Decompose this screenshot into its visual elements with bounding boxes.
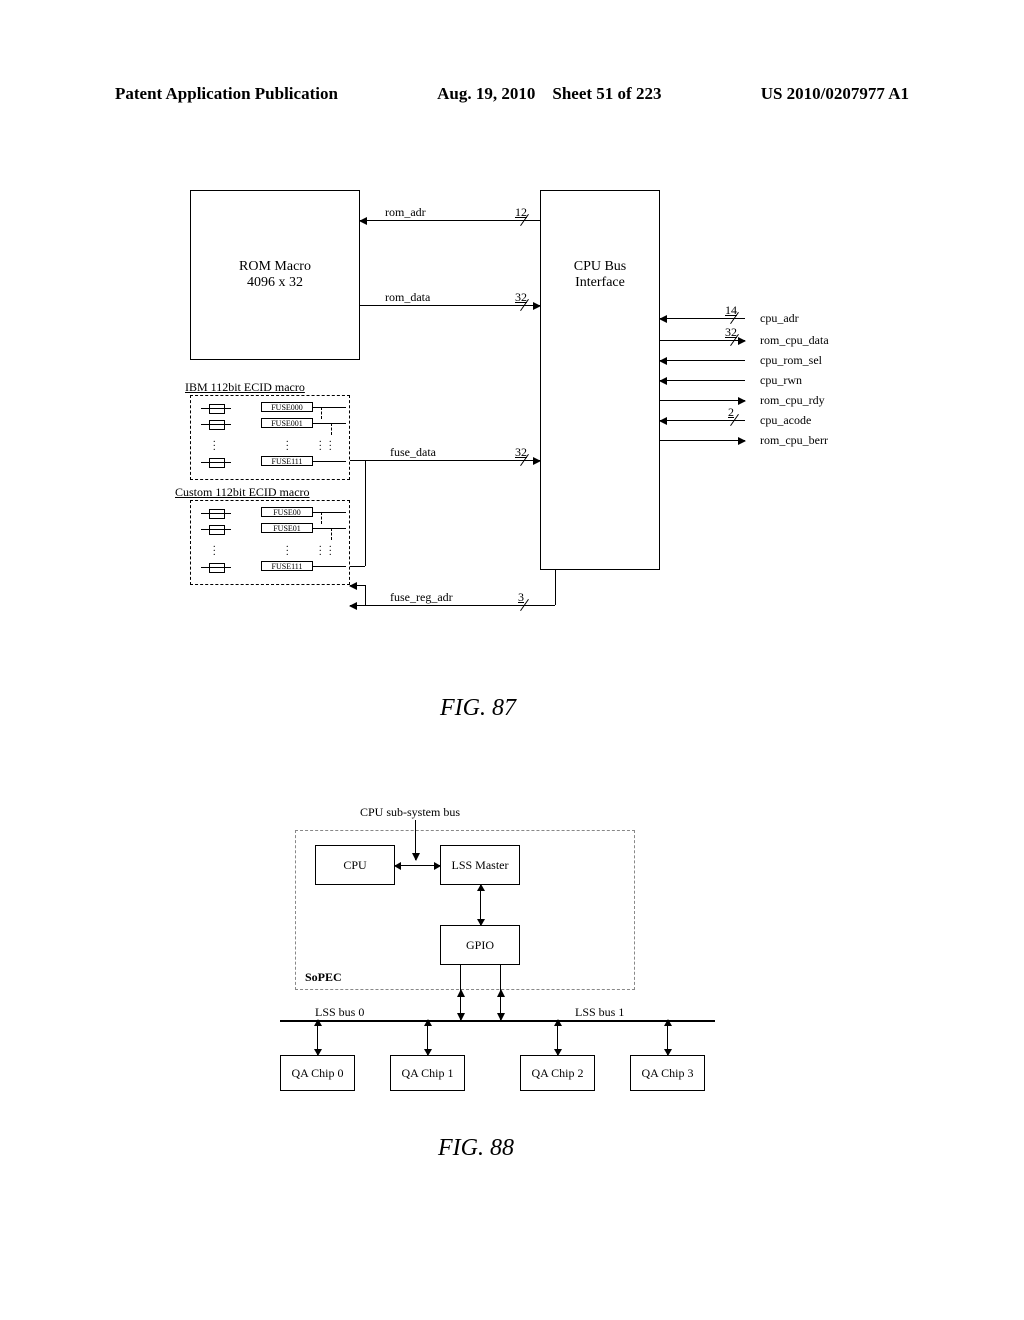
cpu-rom-sel-signal xyxy=(660,360,745,361)
rom-cpu-rdy-label: rom_cpu_rdy xyxy=(760,393,825,408)
ibm-ecid-title: IBM 112bit ECID macro xyxy=(185,380,305,395)
lss-bus-1 xyxy=(495,1020,715,1022)
fuse-reg-adr-label: fuse_reg_adr xyxy=(390,590,453,605)
rom-cpu-rdy-signal xyxy=(660,400,745,401)
rom-data-signal xyxy=(360,305,540,306)
header-center: Aug. 19, 2010 Sheet 51 of 223 xyxy=(437,84,661,104)
qa-chip-1: QA Chip 1 xyxy=(390,1055,465,1091)
qa-chip-2: QA Chip 2 xyxy=(520,1055,595,1091)
cpu-rom-sel-label: cpu_rom_sel xyxy=(760,353,822,368)
gpio-block: GPIO xyxy=(440,925,520,965)
cpu-subsystem-bus-label: CPU sub-system bus xyxy=(360,805,460,820)
rom-cpu-berr-label: rom_cpu_berr xyxy=(760,433,828,448)
lss-master-block: LSS Master xyxy=(440,845,520,885)
rom-cpu-data-label: rom_cpu_data xyxy=(760,333,829,348)
slash-icon xyxy=(520,215,530,225)
figure-87-caption: FIG. 87 xyxy=(440,695,516,722)
header-right: US 2010/0207977 A1 xyxy=(761,84,909,104)
custom-ecid-macro: FUSE00 FUSE01 ... ... ... ... FUSE111 xyxy=(190,500,350,585)
lss-gpio-link xyxy=(480,885,481,925)
qa-chip-0: QA Chip 0 xyxy=(280,1055,355,1091)
header-left: Patent Application Publication xyxy=(115,84,338,104)
cpu-rwn-label: cpu_rwn xyxy=(760,373,802,388)
figure-88-caption: FIG. 88 xyxy=(438,1135,514,1162)
cpu-rwn-signal xyxy=(660,380,745,381)
qa-chip-3: QA Chip 3 xyxy=(630,1055,705,1091)
fuse-data-label: fuse_data xyxy=(390,445,436,460)
cpu-acode-label: cpu_acode xyxy=(760,413,811,428)
page-header: Patent Application Publication Aug. 19, … xyxy=(115,84,909,104)
slash-icon xyxy=(520,300,530,310)
lss-bus-1-label: LSS bus 1 xyxy=(575,1005,624,1020)
rom-macro-block: ROM Macro 4096 x 32 xyxy=(190,190,360,360)
cpu-bus-interface-block: CPU Bus Interface xyxy=(540,190,660,570)
figure-87: ROM Macro 4096 x 32 CPU Bus Interface ro… xyxy=(185,190,905,680)
rom-adr-label: rom_adr xyxy=(385,205,426,220)
ibm-ecid-macro: FUSE000 FUSE001 ... ... ... ... FUSE111 xyxy=(190,395,350,480)
custom-ecid-title: Custom 112bit ECID macro xyxy=(175,485,310,500)
lss-bus-0-label: LSS bus 0 xyxy=(315,1005,364,1020)
figure-88: SoPEC CPU LSS Master GPIO CPU sub-system… xyxy=(295,805,715,1085)
fuse-data-signal xyxy=(350,460,540,461)
cpu-block: CPU xyxy=(315,845,395,885)
rom-cpu-berr-signal xyxy=(660,440,745,441)
cpu-adr-label: cpu_adr xyxy=(760,311,799,326)
cpu-lss-link xyxy=(395,865,440,866)
rom-adr-signal xyxy=(360,220,540,221)
sopec-label: SoPEC xyxy=(305,970,342,985)
rom-data-label: rom_data xyxy=(385,290,430,305)
